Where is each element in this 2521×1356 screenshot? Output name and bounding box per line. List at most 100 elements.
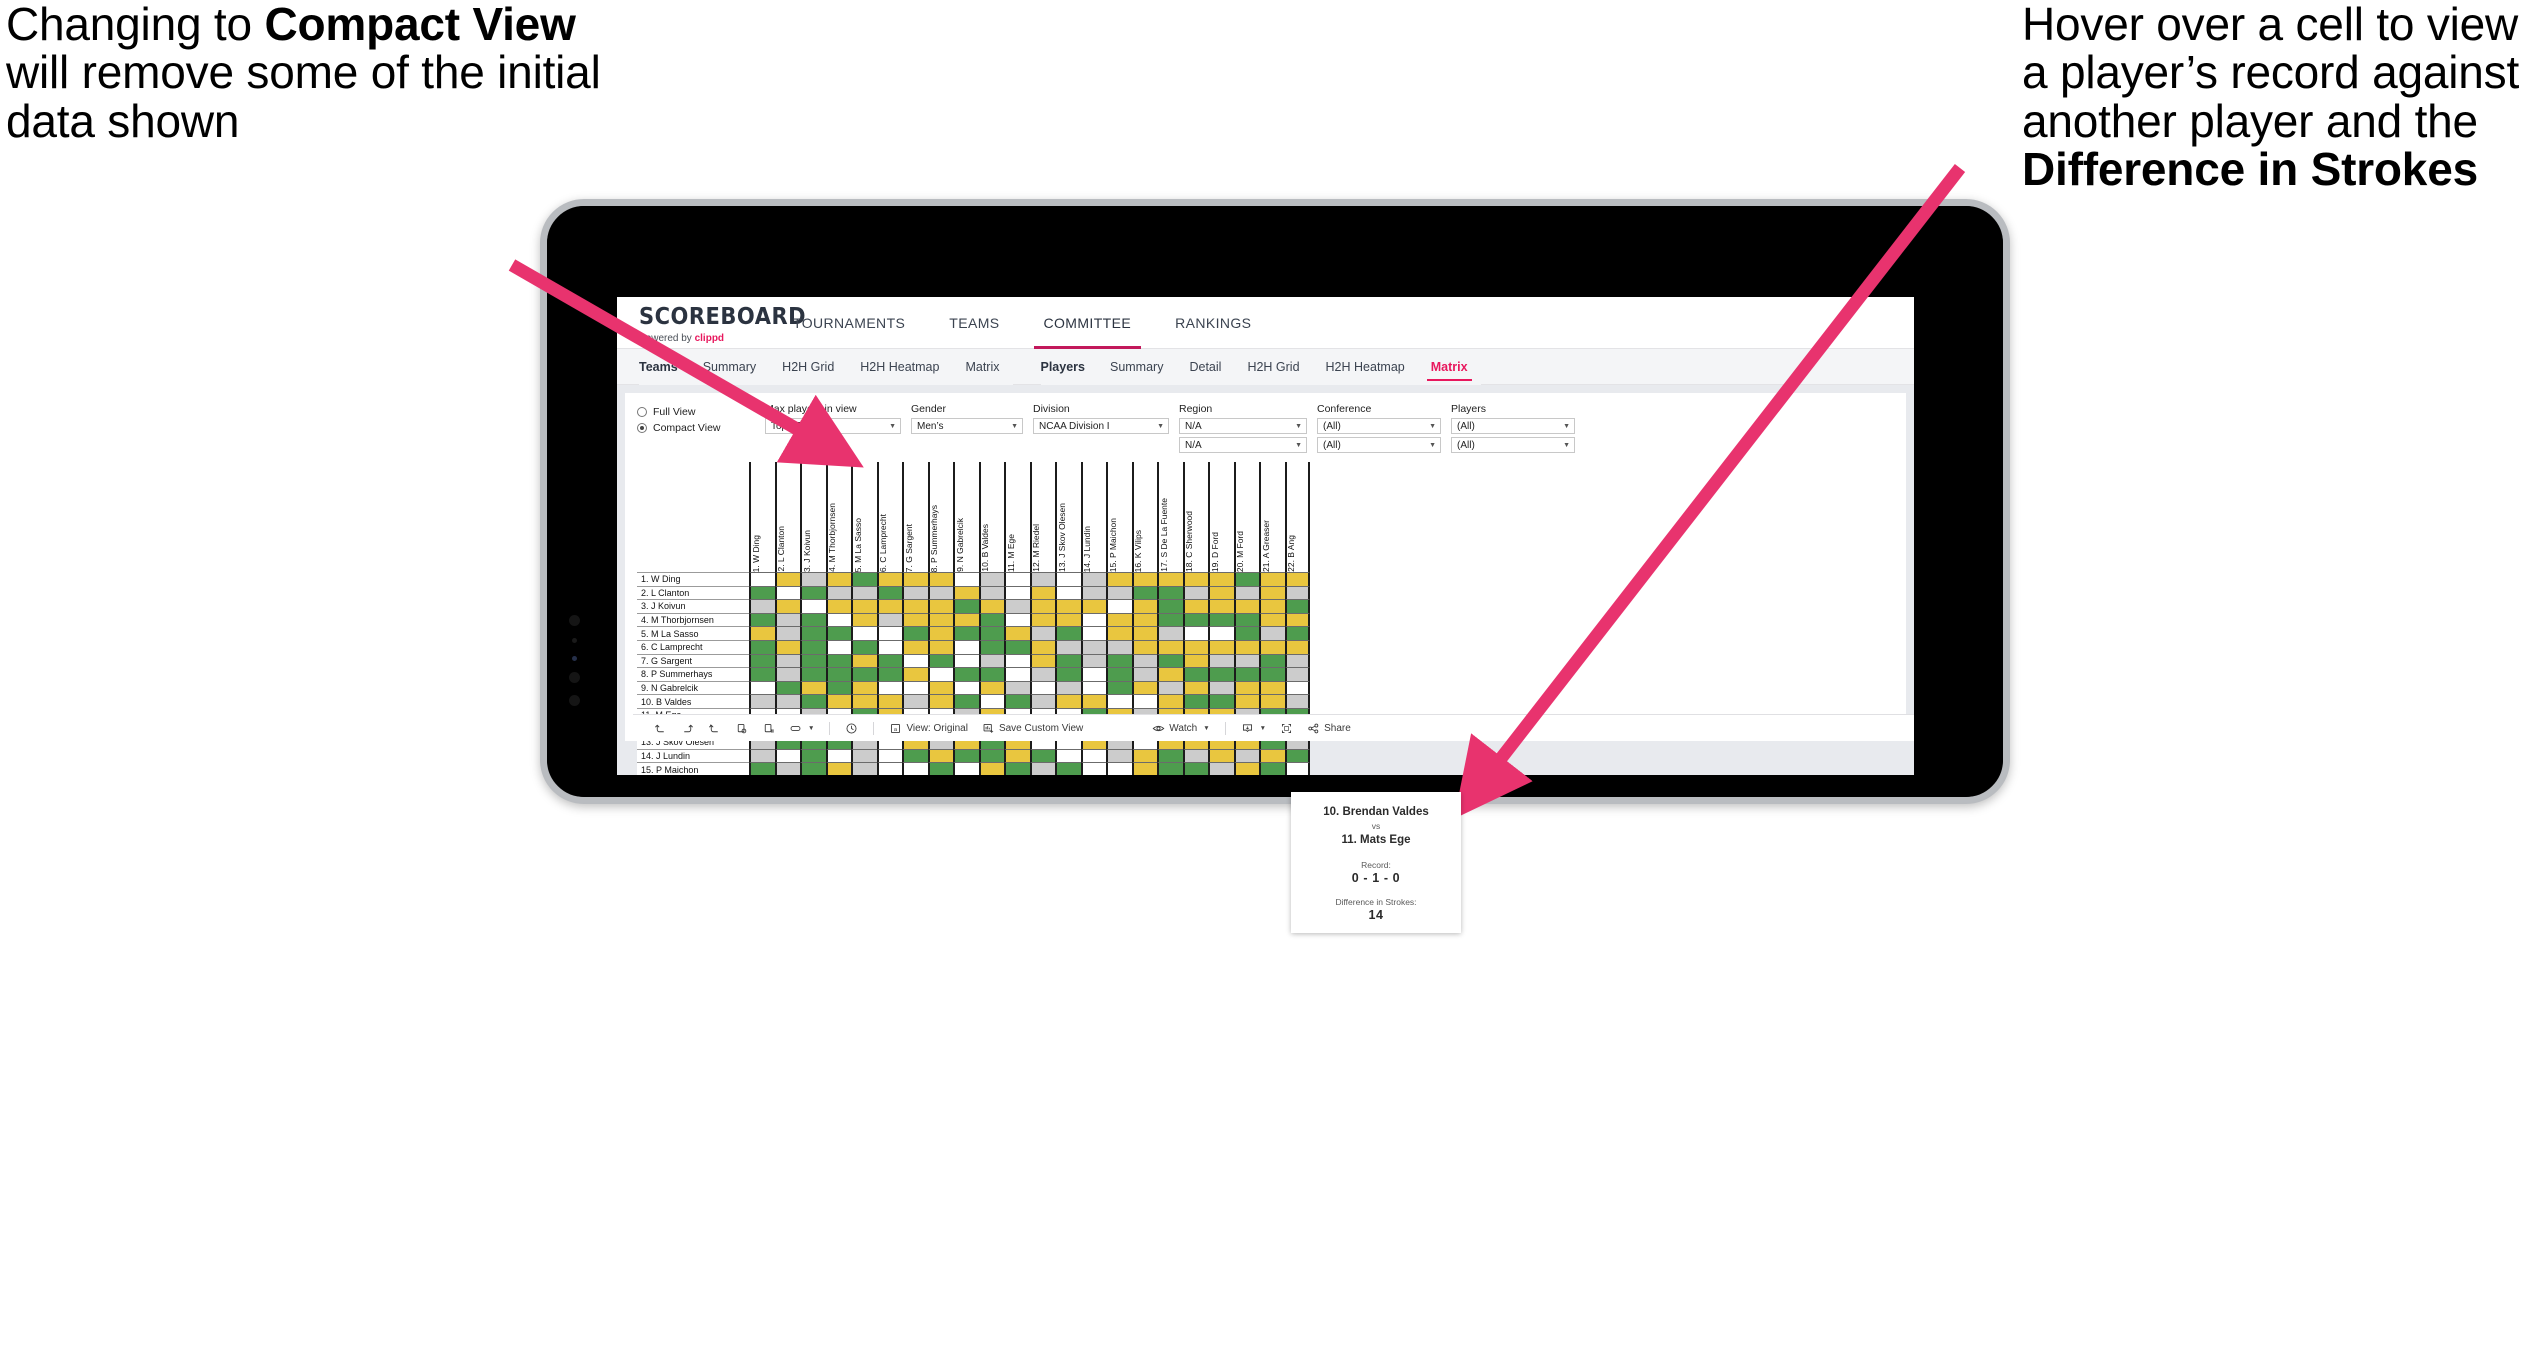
view-original-button[interactable]: a View: Original <box>882 715 975 742</box>
matrix-cell[interactable] <box>851 572 877 586</box>
matrix-cell[interactable] <box>1131 667 1157 681</box>
matrix-cell[interactable] <box>1182 572 1208 586</box>
matrix-cell[interactable] <box>1106 572 1132 586</box>
matrix-cell[interactable] <box>800 585 826 600</box>
matrix-cell[interactable] <box>1284 585 1310 600</box>
matrix-cell[interactable] <box>902 572 928 586</box>
matrix-cell[interactable] <box>1055 639 1081 654</box>
matrix-cell[interactable] <box>1004 653 1030 668</box>
matrix-cell[interactable] <box>749 694 775 708</box>
matrix-cell[interactable] <box>1259 639 1285 654</box>
matrix-cell[interactable] <box>1131 694 1157 708</box>
filter-players-select[interactable]: (All) ▼ <box>1451 418 1575 434</box>
matrix-cell[interactable] <box>953 680 979 695</box>
matrix-cell[interactable] <box>1004 748 1030 763</box>
filter-max-players-select[interactable]: Top 25 ▼ <box>765 418 901 434</box>
matrix-cell[interactable] <box>1233 667 1259 681</box>
history-button[interactable] <box>838 715 865 742</box>
matrix-cell[interactable] <box>1259 748 1285 763</box>
matrix-cell[interactable] <box>800 599 826 613</box>
matrix-cell[interactable] <box>1233 639 1259 654</box>
matrix-cell[interactable] <box>1106 680 1132 695</box>
matrix-cell[interactable] <box>800 762 826 775</box>
matrix-cell[interactable] <box>953 762 979 775</box>
matrix-cell[interactable] <box>774 694 800 708</box>
undo-button[interactable] <box>647 715 674 742</box>
matrix-cell[interactable] <box>978 680 1004 695</box>
filter-conference-select-secondary[interactable]: (All) ▼ <box>1317 437 1441 453</box>
matrix-cell[interactable] <box>978 762 1004 775</box>
matrix-cell[interactable] <box>1004 762 1030 775</box>
matrix-cell[interactable] <box>1029 762 1055 775</box>
nav-item-teams[interactable]: TEAMS <box>927 297 1021 349</box>
matrix-cell[interactable] <box>1080 680 1106 695</box>
matrix-cell[interactable] <box>851 639 877 654</box>
subtab-players-h2h-heatmap[interactable]: H2H Heatmap <box>1313 349 1418 385</box>
matrix-cell[interactable] <box>1259 694 1285 708</box>
matrix-cell[interactable] <box>1080 748 1106 763</box>
matrix-cell[interactable] <box>749 748 775 763</box>
subtab-teams-summary[interactable]: Summary <box>690 349 769 385</box>
matrix-cell[interactable] <box>749 585 775 600</box>
matrix-cell[interactable] <box>978 572 1004 586</box>
matrix-cell[interactable] <box>1029 694 1055 708</box>
matrix-cell[interactable] <box>825 653 851 668</box>
matrix-cell[interactable] <box>851 599 877 613</box>
filter-conference-select[interactable]: (All) ▼ <box>1317 418 1441 434</box>
matrix-cell[interactable] <box>1233 762 1259 775</box>
matrix-cell[interactable] <box>953 653 979 668</box>
matrix-cell[interactable] <box>978 612 1004 627</box>
matrix-cell[interactable] <box>1259 612 1285 627</box>
matrix-cell[interactable] <box>1029 599 1055 613</box>
matrix-cell[interactable] <box>1055 748 1081 763</box>
refresh-button[interactable] <box>728 715 755 742</box>
matrix-cell[interactable] <box>927 599 953 613</box>
matrix-cell[interactable] <box>1233 694 1259 708</box>
matrix-cell[interactable] <box>1029 626 1055 640</box>
matrix-cell[interactable] <box>1182 585 1208 600</box>
matrix-row[interactable] <box>749 694 1337 708</box>
matrix-cell[interactable] <box>1131 762 1157 775</box>
matrix-cell[interactable] <box>927 667 953 681</box>
matrix-cell[interactable] <box>1259 585 1285 600</box>
matrix-cell[interactable] <box>1233 612 1259 627</box>
matrix-cell[interactable] <box>800 612 826 627</box>
save-custom-view-button[interactable]: Save Custom View <box>975 715 1090 742</box>
matrix-cell[interactable] <box>927 626 953 640</box>
matrix-cell[interactable] <box>1208 585 1234 600</box>
matrix-cell[interactable] <box>825 572 851 586</box>
matrix-cell[interactable] <box>1004 626 1030 640</box>
matrix-cell[interactable] <box>825 612 851 627</box>
matrix-cell[interactable] <box>774 667 800 681</box>
matrix-cell[interactable] <box>1182 639 1208 654</box>
matrix-cell[interactable] <box>876 762 902 775</box>
matrix-cell[interactable] <box>1208 599 1234 613</box>
matrix-cell[interactable] <box>749 599 775 613</box>
watch-button[interactable]: Watch ▼ <box>1145 715 1216 742</box>
matrix-cell[interactable] <box>1004 585 1030 600</box>
matrix-cell[interactable] <box>1233 680 1259 695</box>
filter-division-select[interactable]: NCAA Division I ▼ <box>1033 418 1169 434</box>
matrix-cell[interactable] <box>1131 585 1157 600</box>
matrix-cell[interactable] <box>1029 680 1055 695</box>
matrix-cell[interactable] <box>800 653 826 668</box>
matrix-cell[interactable] <box>1131 653 1157 668</box>
matrix-cell[interactable] <box>774 639 800 654</box>
matrix-cell[interactable] <box>1157 626 1183 640</box>
matrix-cell[interactable] <box>800 680 826 695</box>
matrix-cell[interactable] <box>1029 572 1055 586</box>
matrix-cell[interactable] <box>1284 694 1310 708</box>
matrix-cell[interactable] <box>1131 599 1157 613</box>
matrix-cell[interactable] <box>1106 653 1132 668</box>
matrix-cell[interactable] <box>953 585 979 600</box>
matrix-cell[interactable] <box>1284 639 1310 654</box>
subtab-teams-h2h-grid[interactable]: H2H Grid <box>769 349 847 385</box>
matrix-cell[interactable] <box>1259 762 1285 775</box>
matrix-cell[interactable] <box>1259 667 1285 681</box>
matrix-cell[interactable] <box>978 653 1004 668</box>
brand-logo[interactable]: SCOREBOARD Powered by clippd <box>617 297 806 348</box>
filter-gender-select[interactable]: Men’s ▼ <box>911 418 1023 434</box>
matrix-cell[interactable] <box>902 694 928 708</box>
matrix-cell[interactable] <box>1284 653 1310 668</box>
matrix-cell[interactable] <box>1182 667 1208 681</box>
